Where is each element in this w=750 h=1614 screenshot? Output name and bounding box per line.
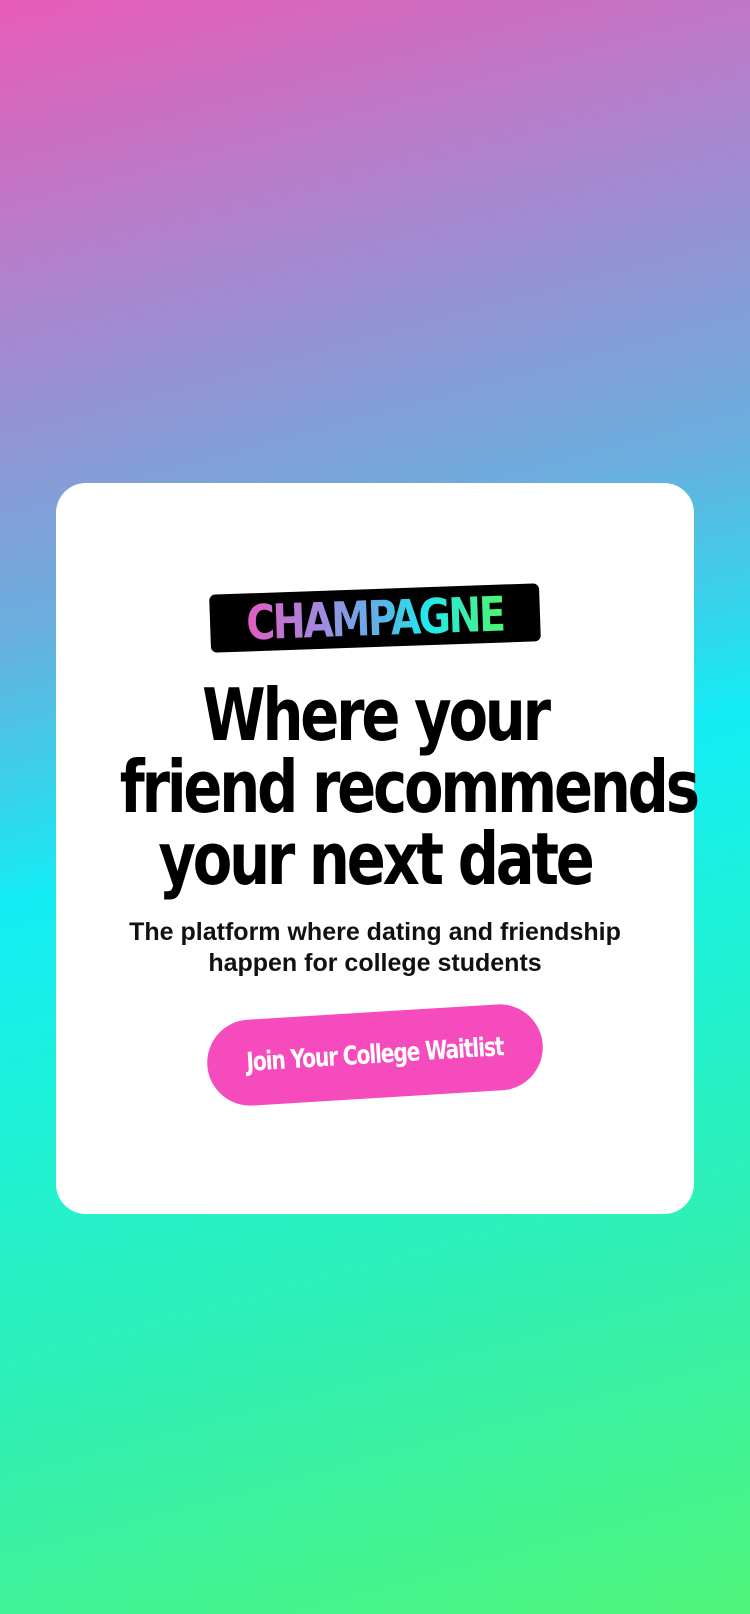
join-waitlist-button[interactable]: Join Your College Waitlist bbox=[204, 1001, 546, 1109]
hero-card: CHAMPAGNE Where your friend recommends y… bbox=[56, 483, 700, 1214]
champagne-logo: CHAMPAGNE bbox=[209, 583, 541, 653]
subtitle-line-2: happen for college students bbox=[208, 949, 542, 977]
page-background: { "brand": { "logo_text": "CHAMPAGNE" },… bbox=[0, 0, 750, 1614]
headline-line-1: Where your bbox=[202, 673, 551, 757]
logo-container: CHAMPAGNE bbox=[56, 583, 694, 653]
headline: Where your friend recommends your next d… bbox=[56, 673, 700, 901]
headline-line-2: friend recommends bbox=[119, 745, 700, 829]
logo-text: CHAMPAGNE bbox=[245, 586, 505, 652]
subtitle-line-1: The platform where dating and friendship bbox=[129, 918, 621, 946]
join-waitlist-label: Join Your College Waitlist bbox=[245, 1032, 505, 1078]
headline-line-3: your next date bbox=[158, 817, 595, 901]
subtitle: The platform where dating and friendship… bbox=[86, 917, 664, 979]
